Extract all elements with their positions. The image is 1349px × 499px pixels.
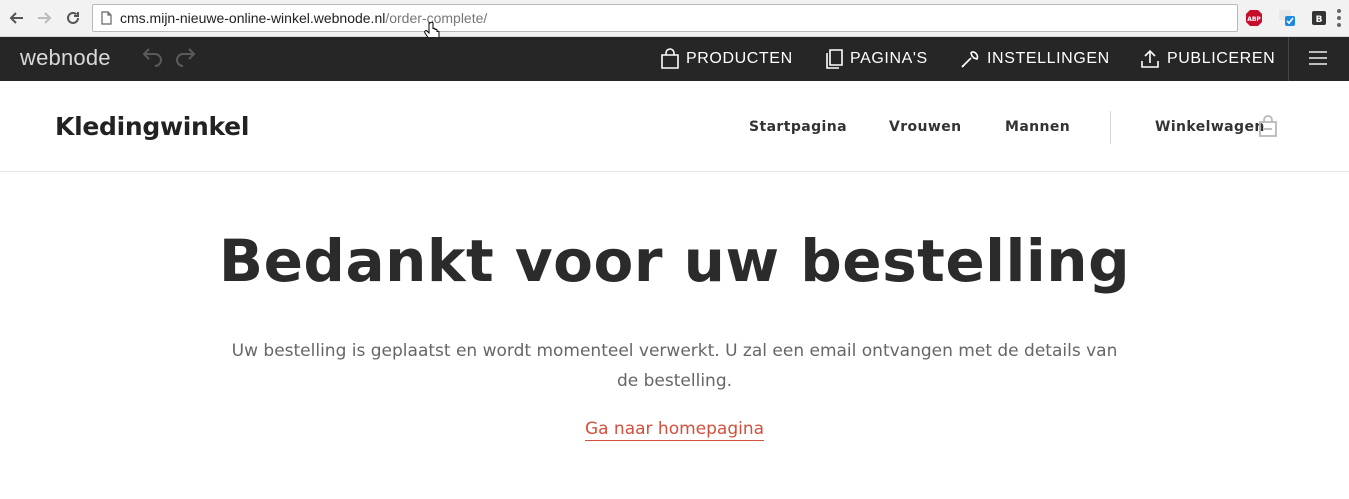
nav-item-startpagina[interactable]: Startpagina <box>749 119 847 135</box>
svg-text:B: B <box>1316 15 1323 25</box>
shopping-bag-icon <box>661 48 679 69</box>
toolbar-publish-label: PUBLICEREN <box>1167 50 1276 67</box>
nav-item-cart[interactable]: Winkelwagen <box>1155 119 1265 135</box>
site-logo[interactable]: Kledingwinkel <box>55 112 249 141</box>
wrench-icon <box>961 51 979 68</box>
home-link-wrapper: Ga naar homepagina <box>0 419 1349 441</box>
toolbar-publish-button[interactable]: PUBLICEREN <box>1139 37 1275 81</box>
main-content: Bedankt voor uw bestelling Uw bestelling… <box>0 172 1349 499</box>
toolbar-products-label: PRODUCTEN <box>686 50 793 67</box>
browser-menu-icon[interactable] <box>1336 9 1342 27</box>
editor-toolbar: webnode PRODUCTEN PAGINA'S INSTELLINGEN … <box>0 37 1349 81</box>
address-bar[interactable]: cms.mijn-nieuwe-online-winkel.webnode.nl… <box>92 4 1238 32</box>
reload-icon[interactable] <box>62 7 84 29</box>
forward-icon[interactable] <box>33 7 55 29</box>
page-title: Bedankt voor uw bestelling <box>218 227 1131 295</box>
nav-item-vrouwen[interactable]: Vrouwen <box>889 119 962 135</box>
webnode-logo: webnode <box>20 45 111 70</box>
undo-icon[interactable] <box>140 47 164 73</box>
order-confirmation-message: Uw bestelling is geplaatst en wordt mome… <box>231 341 1118 391</box>
redo-icon[interactable] <box>174 47 198 73</box>
svg-text:ABP: ABP <box>1247 16 1261 23</box>
page-icon <box>101 11 112 25</box>
toolbar-products-button[interactable]: PRODUCTEN <box>660 37 793 81</box>
hamburger-menu-icon[interactable] <box>1309 51 1327 65</box>
browser-chrome: cms.mijn-nieuwe-online-winkel.webnode.nl… <box>0 0 1349 43</box>
cart-bag-icon[interactable] <box>1258 114 1278 142</box>
toolbar-settings-label: INSTELLINGEN <box>987 50 1110 67</box>
pages-icon <box>826 49 843 69</box>
toolbar-pages-label: PAGINA'S <box>850 50 928 67</box>
site-header: Kledingwinkel Startpagina Vrouwen Mannen… <box>0 81 1349 172</box>
upload-icon <box>1141 49 1159 68</box>
toolbar-divider <box>1288 37 1289 81</box>
nav-item-mannen[interactable]: Mannen <box>1005 119 1070 135</box>
toolbar-pages-button[interactable]: PAGINA'S <box>824 37 928 81</box>
bb-icon[interactable]: B <box>1310 9 1328 27</box>
back-icon[interactable] <box>6 7 28 29</box>
nav-divider <box>1110 111 1111 144</box>
go-to-homepage-link[interactable]: Ga naar homepagina <box>584 419 765 441</box>
toolbar-settings-button[interactable]: INSTELLINGEN <box>959 37 1110 81</box>
adblock-icon[interactable]: ABP <box>1245 9 1263 27</box>
checker-icon[interactable] <box>1278 9 1296 27</box>
